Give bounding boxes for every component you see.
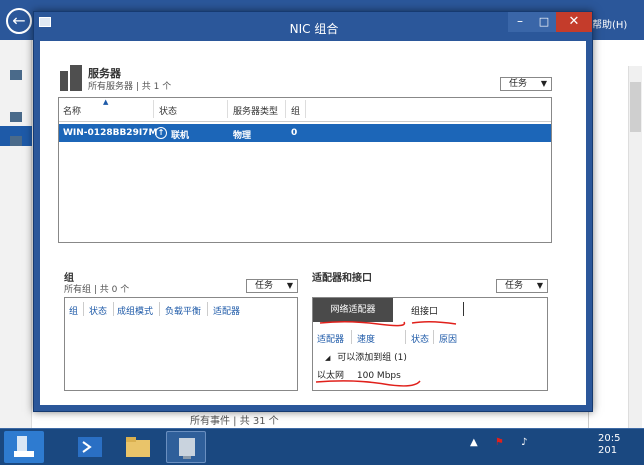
volume-icon[interactable]: ♪ (521, 437, 527, 448)
close-button[interactable]: ✕ (556, 12, 592, 32)
online-status-icon: ↑ (155, 127, 167, 139)
table-row[interactable]: WIN-0128BB29I7M ↑ 联机 物理 0 (59, 124, 551, 142)
column-header-speed[interactable]: 速度 (357, 332, 375, 345)
adapters-title: 适配器和接口 (312, 273, 372, 284)
server-teams: 0 (291, 128, 298, 138)
tab-team-interfaces[interactable]: 组接口 (411, 304, 438, 317)
teams-table: 组 状态 成组模式 负载平衡 适配器 (64, 297, 298, 391)
column-header-status[interactable]: 状态 (159, 104, 177, 117)
system-tray: ▲ ⚑ ♪ (470, 437, 527, 448)
servers-table-header: ▲ 名称 状态 服务器类型 组 (59, 98, 551, 122)
adapters-columns: 适配器 速度 状态 原因 (313, 326, 547, 345)
annotation-underline-adapter (315, 380, 421, 387)
file-explorer-icon[interactable] (118, 431, 158, 463)
server-type: 物理 (233, 131, 252, 141)
servers-subtitle: 所有服务器 | 共 1 个 (88, 82, 172, 92)
back-arrow-icon[interactable]: ← (6, 8, 32, 34)
column-header-reason[interactable]: 原因 (439, 332, 457, 345)
column-header-load-balancing[interactable]: 负载平衡 (165, 304, 201, 317)
network-status-icon[interactable]: ▲ (470, 437, 478, 448)
column-header-teams[interactable]: 组 (291, 104, 300, 117)
column-header-team[interactable]: 组 (69, 304, 78, 317)
group-label: 可以添加到组 (1) (337, 353, 407, 363)
column-header-team-status[interactable]: 状态 (89, 304, 107, 317)
column-header-teaming-mode[interactable]: 成组模式 (117, 304, 153, 317)
column-header-adapters[interactable]: 适配器 (213, 304, 240, 317)
column-header-adapter-status[interactable]: 状态 (411, 332, 429, 345)
annotation-underline-interface (411, 320, 457, 325)
dashboard-icon[interactable] (10, 70, 22, 80)
local-server-icon[interactable] (10, 112, 22, 122)
servers-tasks-button[interactable]: 任务 ▼ (500, 77, 552, 91)
chevron-down-icon: ▼ (286, 281, 293, 290)
column-header-server-type[interactable]: 服务器类型 (233, 104, 278, 117)
help-menu[interactable]: 帮助(H) (592, 16, 627, 31)
server-status: 联机 (171, 131, 190, 141)
network-connections-icon[interactable] (166, 431, 206, 463)
powershell-icon[interactable] (70, 431, 110, 463)
minimize-button[interactable]: – (508, 12, 532, 32)
taskbar-clock[interactable]: 20:5 201 (598, 433, 620, 457)
dialog-body: 服务器 所有服务器 | 共 1 个 任务 ▼ ▲ 名称 状态 服务器类型 组 W… (40, 41, 586, 405)
notification-flag-icon[interactable]: ⚑ (495, 437, 504, 448)
teams-tasks-button[interactable]: 任务 ▼ (246, 279, 298, 293)
server-manager-scrollbar[interactable] (628, 66, 642, 428)
scrollbar-thumb[interactable] (630, 82, 641, 132)
maximize-button[interactable]: □ (532, 12, 556, 32)
teams-subtitle: 所有组 | 共 0 个 (64, 285, 130, 295)
adapters-tasks-button[interactable]: 任务 ▼ (496, 279, 548, 293)
sort-ascending-icon: ▲ (103, 98, 109, 106)
column-header-adapter[interactable]: 适配器 (317, 332, 344, 345)
file-services-icon[interactable] (10, 136, 22, 146)
nic-teaming-dialog: NIC 组合 – □ ✕ 服务器 所有服务器 | 共 1 个 任务 ▼ ▲ 名称… (33, 11, 593, 412)
available-adapters-group[interactable]: ◢ 可以添加到组 (1) (325, 350, 407, 363)
servers-icon (60, 65, 82, 91)
annotation-underline-tab (319, 320, 406, 327)
text-cursor (463, 302, 464, 316)
server-manager-taskbar-icon[interactable] (4, 431, 44, 463)
server-manager-nav (0, 40, 32, 428)
chevron-down-icon: ▼ (536, 281, 543, 290)
server-name: WIN-0128BB29I7M (63, 128, 158, 138)
column-header-name[interactable]: 名称 (63, 104, 81, 117)
servers-table: ▲ 名称 状态 服务器类型 组 WIN-0128BB29I7M ↑ 联机 物理 … (58, 97, 552, 243)
events-summary: 所有事件 | 共 31 个 (190, 416, 279, 427)
chevron-down-icon: ▼ (540, 79, 547, 88)
collapse-toggle-icon[interactable]: ◢ (325, 354, 330, 362)
taskbar: ▲ ⚑ ♪ 20:5 201 (0, 428, 644, 465)
